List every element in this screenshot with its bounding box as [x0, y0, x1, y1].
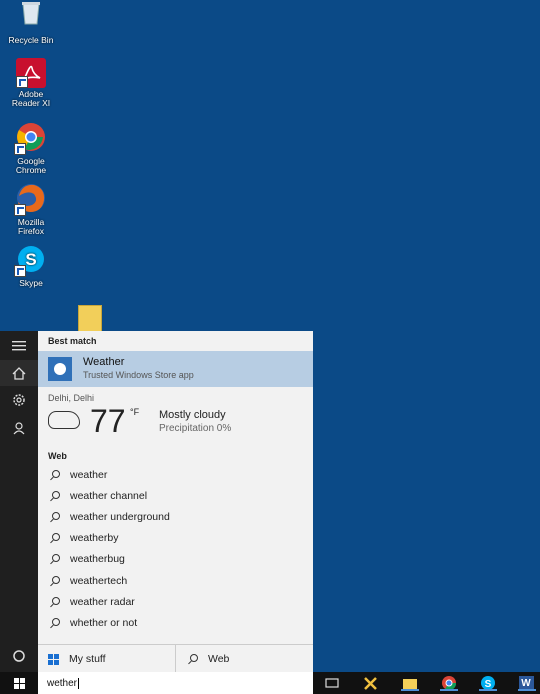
hamburger-icon — [12, 341, 26, 351]
web-result-item[interactable]: weathertech — [38, 570, 313, 591]
power-button[interactable] — [0, 643, 38, 669]
weather-precipitation: Precipitation 0% — [159, 423, 232, 434]
windows-logo-icon — [13, 677, 25, 689]
cloud-icon — [48, 411, 80, 429]
search-icon — [187, 653, 201, 665]
search-icon — [49, 490, 63, 502]
desktop-icon-mozilla-firefox[interactable]: Mozilla Firefox — [0, 182, 62, 236]
svg-text:S: S — [25, 250, 36, 269]
search-icon — [49, 511, 63, 523]
power-icon — [13, 650, 25, 662]
desktop-icon-label: Chrome — [15, 165, 47, 175]
shortcut-arrow-icon — [14, 204, 26, 216]
weather-location: Delhi, Delhi — [48, 393, 95, 403]
web-result-item[interactable]: weatherby — [38, 528, 313, 549]
tools-app-icon[interactable] — [362, 675, 380, 691]
adobe-reader-icon — [16, 58, 46, 88]
web-result-item[interactable]: weather — [38, 464, 313, 485]
best-match-header: Best match — [48, 336, 97, 346]
desktop-icon-label: Reader XI — [11, 98, 51, 108]
desktop-folder-icon[interactable] — [78, 305, 102, 333]
hamburger-menu-button[interactable] — [0, 333, 38, 359]
shortcut-arrow-icon — [14, 265, 26, 277]
desktop-icon-adobe-reader[interactable]: Adobe Reader XI — [0, 58, 62, 108]
home-button[interactable] — [0, 360, 38, 386]
text-caret — [78, 677, 80, 689]
chrome-icon — [14, 121, 48, 155]
web-result-item[interactable]: weather channel — [38, 485, 313, 506]
svg-text:W: W — [521, 678, 531, 689]
chrome-taskbar-icon[interactable] — [440, 675, 458, 691]
desktop-icon-label: Firefox — [18, 226, 44, 236]
skype-icon: S — [14, 243, 48, 277]
search-icon — [49, 575, 63, 587]
svg-text:S: S — [485, 679, 492, 690]
feedback-button[interactable] — [0, 415, 38, 441]
firefox-icon — [14, 182, 48, 216]
start-menu-rail — [0, 331, 38, 672]
settings-button[interactable] — [0, 387, 38, 413]
best-match-weather-app[interactable]: Weather Trusted Windows Store app — [38, 351, 313, 387]
desktop-icon-recycle-bin[interactable]: Recycle Bin — [0, 0, 62, 45]
desktop-icon-google-chrome[interactable]: Google Chrome — [0, 121, 62, 175]
skype-taskbar-icon[interactable]: S — [479, 675, 497, 691]
web-result-item[interactable]: weather radar — [38, 591, 313, 612]
search-icon — [49, 596, 63, 608]
web-results-list: weather weather channel weather undergro… — [38, 464, 313, 634]
search-icon — [49, 532, 63, 544]
web-result-item[interactable]: weatherbug — [38, 549, 313, 570]
best-match-title: Weather — [83, 356, 125, 368]
weather-temperature: 77 — [90, 403, 126, 439]
search-results-panel: Best match Weather Trusted Windows Store… — [38, 331, 313, 673]
web-result-item[interactable]: whether or not — [38, 612, 313, 633]
desktop-icon-label: Skype — [19, 278, 43, 288]
weather-app-icon — [48, 357, 72, 381]
file-explorer-icon[interactable] — [401, 675, 419, 691]
web-header: Web — [48, 451, 67, 461]
search-scope-bar: My stuff Web — [38, 644, 313, 673]
weather-condition: Mostly cloudy — [159, 409, 226, 421]
windows-logo-icon — [48, 653, 59, 665]
search-icon — [49, 469, 63, 481]
desktop-icon-label: Recycle Bin — [8, 35, 54, 45]
task-view-icon[interactable] — [323, 675, 341, 691]
word-taskbar-icon[interactable]: W — [518, 675, 536, 691]
feedback-icon — [13, 422, 25, 435]
my-stuff-button[interactable]: My stuff — [38, 645, 176, 673]
search-icon — [49, 617, 63, 629]
best-match-subtitle: Trusted Windows Store app — [83, 370, 194, 380]
weather-unit: °F — [130, 407, 140, 417]
taskbar: wether S W — [0, 672, 540, 694]
home-icon — [12, 366, 26, 380]
web-result-item[interactable]: weather underground — [38, 506, 313, 527]
recycle-bin-icon — [14, 0, 48, 34]
start-button[interactable] — [0, 672, 38, 694]
shortcut-arrow-icon — [16, 76, 28, 88]
desktop-icon-skype[interactable]: S Skype — [0, 243, 62, 288]
search-icon — [49, 553, 63, 565]
search-input[interactable]: wether — [38, 672, 313, 694]
shortcut-arrow-icon — [14, 143, 26, 155]
weather-card[interactable]: Delhi, Delhi 77 °F Mostly cloudy Precipi… — [38, 387, 313, 447]
gear-icon — [13, 394, 25, 406]
web-search-button[interactable]: Web — [176, 645, 313, 673]
